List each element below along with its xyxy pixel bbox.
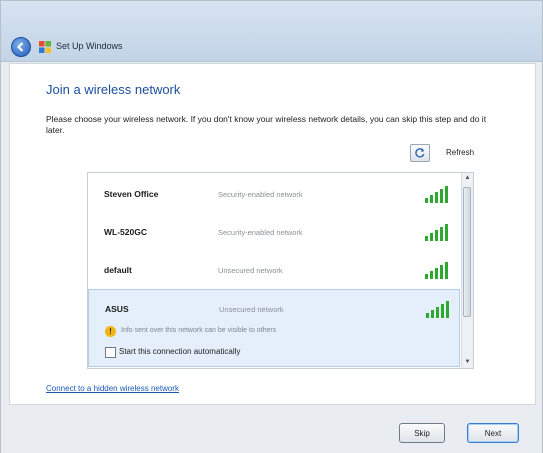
page-heading: Join a wireless network: [46, 82, 181, 97]
network-item-asus[interactable]: ASUS Unsecured network ! Info sent over …: [88, 289, 460, 367]
refresh-icon: [415, 148, 425, 158]
window-title: Set Up Windows: [56, 41, 123, 51]
network-name: ASUS: [105, 304, 129, 314]
footer-bar: Skip Next: [1, 405, 542, 453]
signal-strength-icon: [425, 224, 448, 241]
network-status: Security-enabled network: [218, 228, 303, 237]
scroll-up-arrow-icon[interactable]: ▲: [462, 173, 473, 184]
network-name: WL-520GC: [104, 227, 147, 237]
auto-connect-label[interactable]: Start this connection automatically: [119, 347, 240, 356]
network-name: default: [104, 265, 132, 275]
signal-strength-icon: [426, 301, 449, 318]
wireless-network-list: Steven Office Security-enabled network W…: [87, 172, 474, 369]
hidden-network-link[interactable]: Connect to a hidden wireless network: [46, 384, 179, 393]
refresh-label[interactable]: Refresh: [446, 148, 474, 157]
network-name: Steven Office: [104, 189, 159, 199]
auto-connect-checkbox[interactable]: [105, 347, 116, 358]
signal-strength-icon: [425, 262, 448, 279]
network-item-wl-520gc[interactable]: WL-520GC Security-enabled network: [88, 213, 460, 251]
warning-icon: !: [105, 326, 116, 337]
signal-strength-icon: [425, 186, 448, 203]
setup-window: Set Up Windows Join a wireless network P…: [0, 0, 543, 453]
network-status: Unsecured network: [219, 305, 284, 314]
list-scrollbar[interactable]: ▲ ▼: [461, 173, 473, 368]
instructions-text: Please choose your wireless network. If …: [46, 114, 487, 135]
back-button[interactable]: [11, 37, 31, 57]
next-button[interactable]: Next: [467, 423, 519, 443]
refresh-button[interactable]: [410, 144, 430, 162]
content-panel: Join a wireless network Please choose yo…: [9, 63, 536, 405]
arrow-left-icon: [17, 42, 24, 52]
scroll-thumb[interactable]: [463, 187, 471, 317]
windows-setup-icon: [39, 41, 51, 53]
network-status: Unsecured network: [218, 266, 283, 275]
title-bar: Set Up Windows: [1, 1, 542, 62]
network-item-default[interactable]: default Unsecured network: [88, 251, 460, 289]
scroll-down-arrow-icon[interactable]: ▼: [462, 357, 473, 368]
warning-text: Info sent over this network can be visib…: [121, 327, 277, 334]
network-status: Security-enabled network: [218, 190, 303, 199]
network-item-steven-office[interactable]: Steven Office Security-enabled network: [88, 175, 460, 213]
security-warning: ! Info sent over this network can be vis…: [105, 326, 445, 338]
skip-button[interactable]: Skip: [399, 423, 445, 443]
